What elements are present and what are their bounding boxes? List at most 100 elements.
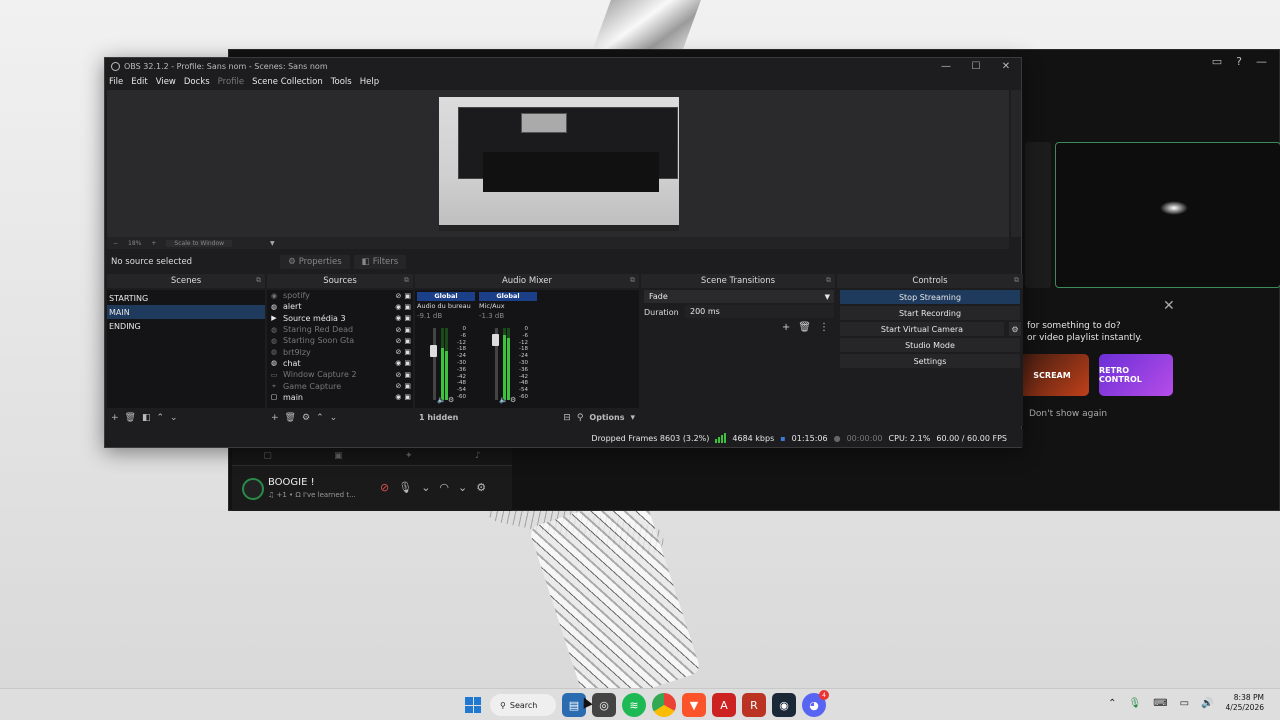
- minimize-icon[interactable]: —: [1256, 55, 1267, 68]
- virtual-camera-gear-icon[interactable]: ⚙: [1009, 322, 1021, 336]
- chevron-down-icon[interactable]: ▾: [630, 413, 635, 423]
- source-item[interactable]: ◍ brt9lzy ⊘ ▣: [267, 346, 413, 357]
- network-icon[interactable]: ▭: [1180, 698, 1189, 709]
- scale-mode-select[interactable]: Scale to Window: [166, 239, 233, 247]
- options-button[interactable]: Options: [589, 413, 624, 422]
- eye-icon[interactable]: ◉: [395, 359, 401, 367]
- menu-profile[interactable]: Profile: [218, 77, 244, 87]
- scene-item[interactable]: ENDING: [107, 319, 265, 333]
- eye-slash-icon[interactable]: ⊘: [396, 337, 402, 345]
- add-icon[interactable]: +: [782, 322, 790, 333]
- eye-slash-icon[interactable]: ⊘: [396, 292, 402, 300]
- menu-tools[interactable]: Tools: [331, 77, 352, 87]
- keyboard-icon[interactable]: ⌨: [1153, 698, 1167, 709]
- move-down-icon[interactable]: ⌄: [330, 413, 338, 423]
- filter-icon[interactable]: ◧: [142, 413, 151, 423]
- eye-icon[interactable]: ◉: [395, 393, 401, 401]
- obs-taskbar-icon[interactable]: ◎: [592, 693, 616, 717]
- stop-streaming-button[interactable]: Stop Streaming: [840, 290, 1020, 304]
- source-item[interactable]: ◍ Staring Red Dead ⊘ ▣: [267, 324, 413, 335]
- chevron-down-icon[interactable]: ⌄: [458, 481, 467, 494]
- discord-icon[interactable]: ◕ 4: [802, 690, 829, 717]
- start-button[interactable]: [462, 694, 484, 716]
- chevron-up-icon[interactable]: ⌃: [1108, 698, 1116, 709]
- screen-share-icon[interactable]: ▣: [334, 451, 343, 461]
- menu-edit[interactable]: Edit: [131, 77, 147, 87]
- source-item[interactable]: ◍ chat ◉ ▣: [267, 358, 413, 369]
- menu-scene-collection[interactable]: Scene Collection: [252, 77, 323, 87]
- trash-icon[interactable]: 🗑: [798, 322, 811, 333]
- lock-icon[interactable]: ▣: [404, 303, 411, 311]
- lock-icon[interactable]: ▣: [404, 371, 411, 379]
- volume-knob[interactable]: [492, 334, 499, 346]
- brave-icon[interactable]: ▼: [682, 693, 706, 717]
- avatar[interactable]: [242, 478, 264, 500]
- eye-icon[interactable]: ◉: [395, 303, 401, 311]
- dont-show-again-link[interactable]: Don't show again: [1029, 409, 1107, 419]
- zoom-out-button[interactable]: −: [113, 240, 118, 247]
- close-icon[interactable]: ✕: [1163, 298, 1175, 314]
- trash-icon[interactable]: 🗑: [285, 413, 296, 423]
- channel-device[interactable]: Audio du bureau: [417, 302, 475, 310]
- add-icon[interactable]: +: [271, 413, 279, 423]
- source-item[interactable]: ⌖ Game Capture ⊘ ▣: [267, 380, 413, 391]
- lock-icon[interactable]: ▣: [404, 292, 411, 300]
- add-icon[interactable]: +: [111, 413, 119, 423]
- start-recording-button[interactable]: Start Recording: [840, 306, 1020, 320]
- duration-input[interactable]: 200 ms: [685, 305, 834, 318]
- eye-icon[interactable]: ◉: [395, 314, 401, 322]
- chevron-down-icon[interactable]: ⌄: [421, 481, 430, 494]
- headphones-icon[interactable]: ◠: [439, 481, 449, 494]
- eye-slash-icon[interactable]: ⊘: [396, 371, 402, 379]
- scene-item[interactable]: STARTING: [107, 291, 265, 305]
- start-virtual-camera-button[interactable]: Start Virtual Camera: [840, 322, 1004, 336]
- layout-icon[interactable]: ⊟: [563, 413, 571, 423]
- source-item[interactable]: ◍ Starting Soon Gta ⊘ ▣: [267, 335, 413, 346]
- transition-select[interactable]: Fade ▼: [644, 290, 834, 303]
- menu-view[interactable]: View: [156, 77, 176, 87]
- monitor-icon[interactable]: ▭: [1212, 55, 1222, 68]
- lock-icon[interactable]: ▣: [404, 337, 411, 345]
- source-item[interactable]: ▶ Source média 3 ◉ ▣: [267, 313, 413, 324]
- menu-docks[interactable]: Docks: [184, 77, 210, 87]
- move-up-icon[interactable]: ⌃: [316, 413, 324, 423]
- eye-slash-icon[interactable]: ⊘: [396, 326, 402, 334]
- more-icon[interactable]: ⋮: [819, 322, 829, 333]
- volume-knob[interactable]: [430, 344, 437, 357]
- microphone-icon[interactable]: 🎙: [1128, 698, 1141, 709]
- chrome-icon[interactable]: [652, 693, 676, 717]
- filters-button[interactable]: ◧ Filters: [353, 255, 407, 269]
- lock-icon[interactable]: ▣: [404, 393, 411, 401]
- menu-file[interactable]: File: [109, 77, 123, 87]
- preview-canvas[interactable]: [439, 97, 679, 231]
- studio-mode-button[interactable]: Studio Mode: [840, 338, 1020, 352]
- source-item[interactable]: ▢ main ◉ ▣: [267, 392, 413, 403]
- maximize-button[interactable]: ☐: [961, 61, 991, 72]
- minimize-button[interactable]: —: [931, 61, 961, 72]
- source-item[interactable]: ◍ alert ◉ ▣: [267, 301, 413, 312]
- camera-icon[interactable]: ▢: [263, 451, 272, 461]
- activity-thumb-1[interactable]: SCREAM: [1015, 354, 1089, 396]
- volume-icon[interactable]: 🔊: [1201, 698, 1213, 709]
- mute-speaker-icon[interactable]: 🔈 ⚙: [437, 396, 454, 404]
- channel-device[interactable]: Mic/Aux: [479, 302, 537, 310]
- zoom-in-button[interactable]: +: [151, 240, 156, 247]
- microphone-icon[interactable]: 🎙: [398, 481, 412, 494]
- spotify-icon[interactable]: ≋: [622, 693, 646, 717]
- activity-thumb-2[interactable]: RETRO CONTROL: [1099, 354, 1173, 396]
- lock-icon[interactable]: ▣: [404, 348, 411, 356]
- clock[interactable]: 8:38 PM 4/25/2026: [1226, 693, 1264, 713]
- scene-item-selected[interactable]: MAIN: [107, 305, 265, 319]
- lock-icon[interactable]: ▣: [404, 382, 411, 390]
- move-down-icon[interactable]: ⌄: [170, 413, 178, 423]
- red-app-icon[interactable]: A: [712, 693, 736, 717]
- eye-slash-icon[interactable]: ⊘: [396, 348, 402, 356]
- chevron-down-icon[interactable]: ▼: [270, 240, 275, 247]
- dock-menu-icon[interactable]: ⧉: [256, 276, 261, 285]
- dock-menu-icon[interactable]: ⧉: [1014, 276, 1019, 285]
- close-button[interactable]: ✕: [991, 61, 1021, 72]
- dock-menu-icon[interactable]: ⧉: [826, 276, 831, 285]
- activity-icon[interactable]: ✦: [405, 451, 413, 461]
- dock-menu-icon[interactable]: ⧉: [404, 276, 409, 285]
- stream-off-icon[interactable]: ⊘: [380, 481, 389, 494]
